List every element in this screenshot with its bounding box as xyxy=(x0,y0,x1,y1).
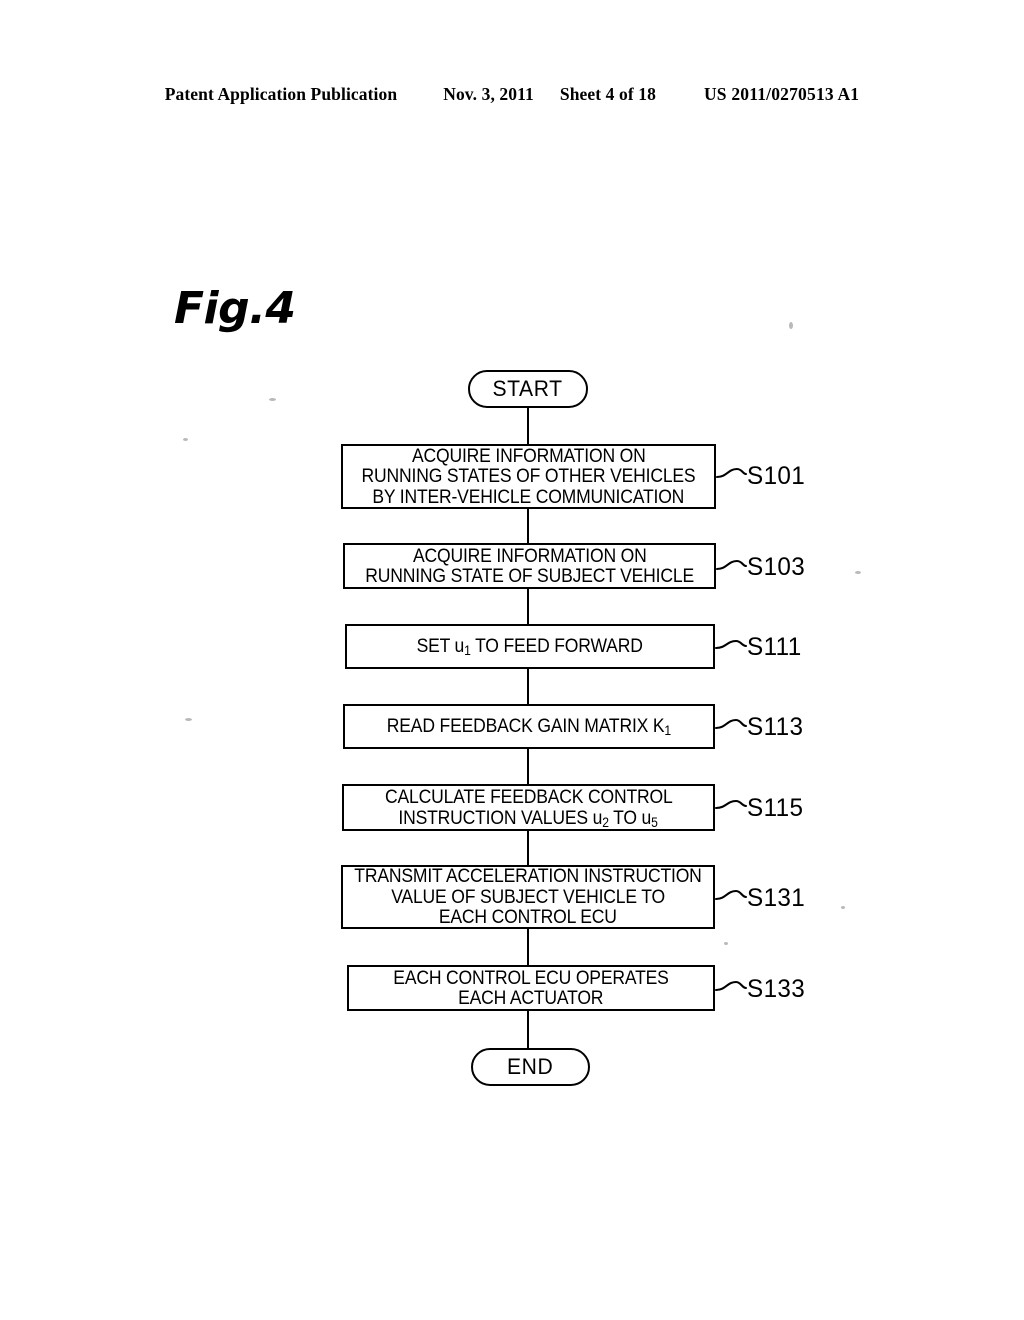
leader-line-s115 xyxy=(714,799,748,810)
flowchart-diagram: START ACQUIRE INFORMATION ON RUNNING STA… xyxy=(0,0,1024,1320)
connector-s111-to-s113 xyxy=(527,668,529,705)
scan-speck xyxy=(724,942,728,945)
flowchart-step-s131[interactable]: TRANSMIT ACCELERATION INSTRUCTION VALUE … xyxy=(341,865,715,929)
flowchart-step-s101[interactable]: ACQUIRE INFORMATION ON RUNNING STATES OF… xyxy=(341,444,716,509)
scan-speck xyxy=(789,322,793,329)
leader-line-s133 xyxy=(714,980,748,992)
connector-s103-to-s111 xyxy=(527,588,529,625)
step-s103-line-2: RUNNING STATE OF SUBJECT VEHICLE xyxy=(365,565,694,587)
step-s131-line-3: EACH CONTROL ECU xyxy=(439,906,617,929)
step-label-s115: S115 xyxy=(747,794,804,822)
step-label-s131: S131 xyxy=(747,884,806,912)
start-terminal-label: START xyxy=(492,376,564,401)
flowchart-start-terminal[interactable]: START xyxy=(468,370,588,408)
flowchart-step-s103[interactable]: ACQUIRE INFORMATION ON RUNNING STATE OF … xyxy=(343,543,716,589)
step-s131-line-1: TRANSMIT ACCELERATION INSTRUCTION xyxy=(354,865,702,888)
scan-speck xyxy=(269,398,276,401)
step-s111-line-1: SET u1 TO FEED FORWARD xyxy=(416,635,644,659)
step-s101-line-1: ACQUIRE INFORMATION ON xyxy=(411,444,646,467)
step-label-s133: S133 xyxy=(747,975,806,1003)
flowchart-step-s133[interactable]: EACH CONTROL ECU OPERATES EACH ACTUATOR xyxy=(347,965,715,1011)
leader-line-s111 xyxy=(714,639,748,650)
scan-speck xyxy=(183,438,188,441)
leader-line-s131 xyxy=(714,889,748,901)
step-label-s111: S111 xyxy=(747,633,802,661)
flowchart-step-s111[interactable]: SET u1 TO FEED FORWARD xyxy=(345,624,715,669)
end-terminal-label: END xyxy=(507,1054,554,1079)
step-s101-line-2: RUNNING STATES OF OTHER VEHICLES xyxy=(361,465,696,488)
step-s133-line-2: EACH ACTUATOR xyxy=(458,987,604,1009)
connector-s133-to-end xyxy=(527,1010,529,1048)
connector-s115-to-s131 xyxy=(527,830,529,866)
leader-line-s103 xyxy=(715,559,748,571)
connector-s113-to-s115 xyxy=(527,748,529,785)
step-label-s103: S103 xyxy=(747,553,806,581)
flowchart-step-s115[interactable]: CALCULATE FEEDBACK CONTROL INSTRUCTION V… xyxy=(342,784,715,831)
scan-speck xyxy=(841,906,845,909)
step-s103-line-1: ACQUIRE INFORMATION ON xyxy=(412,544,647,567)
step-label-s113: S113 xyxy=(747,713,804,741)
flowchart-step-s113[interactable]: READ FEEDBACK GAIN MATRIX K1 xyxy=(343,704,715,749)
connector-s101-to-s103 xyxy=(527,508,529,544)
leader-line-s113 xyxy=(714,718,748,730)
scan-speck xyxy=(855,571,861,574)
connector-s131-to-s133 xyxy=(527,928,529,966)
scan-speck xyxy=(185,718,192,721)
step-s131-line-2: VALUE OF SUBJECT VEHICLE TO xyxy=(391,885,665,908)
step-s133-line-1: EACH CONTROL ECU OPERATES xyxy=(393,966,669,989)
leader-line-s101 xyxy=(715,467,748,479)
step-s115-line-2: INSTRUCTION VALUES u2 TO u5 xyxy=(398,806,659,830)
step-s101-line-3: BY INTER-VEHICLE COMMUNICATION xyxy=(372,485,685,508)
connector-start-to-s101 xyxy=(527,407,529,445)
step-s115-line-1: CALCULATE FEEDBACK CONTROL xyxy=(384,786,673,808)
step-label-s101: S101 xyxy=(747,462,806,490)
step-s113-line-1: READ FEEDBACK GAIN MATRIX K1 xyxy=(386,715,672,739)
flowchart-end-terminal[interactable]: END xyxy=(471,1048,590,1086)
